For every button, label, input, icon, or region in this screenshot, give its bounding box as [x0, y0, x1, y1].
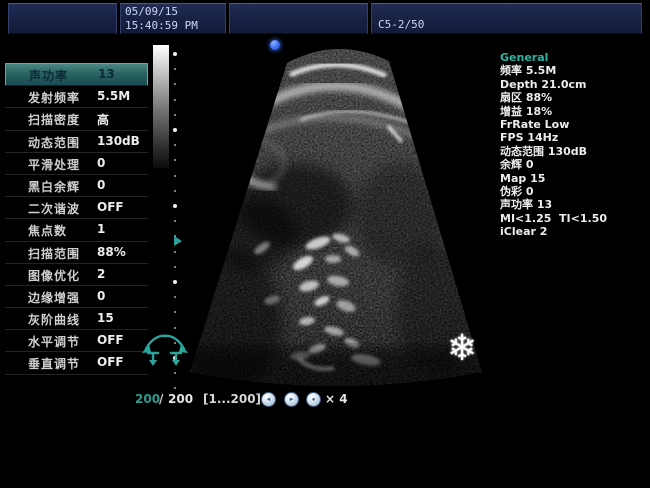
info-line-10: 声功率 13	[500, 198, 648, 211]
info-line-8: Map 15	[500, 172, 648, 185]
info-panel-lines: 频率 5.5MDepth 21.0cm扇区 88%增益 18%FrRate Lo…	[500, 64, 648, 238]
cine-bar: 200 / 200 [1...200] ◄ ► ● × 4	[0, 390, 650, 410]
cine-stop-button[interactable]: ●	[306, 392, 321, 407]
probe-orientation-dot-icon	[270, 40, 280, 50]
ultrasound-screen: 05/09/15 15:40:59 PM C5-2/50 声功率13发射频率5.…	[0, 0, 650, 488]
ruler-tick	[174, 175, 176, 177]
ruler-tick	[173, 128, 177, 132]
info-panel-title: General	[500, 51, 648, 64]
ruler-tick	[174, 342, 176, 344]
focus-marker-icon	[174, 236, 182, 246]
ruler-tick	[174, 114, 176, 116]
info-line-5: FPS 14Hz	[500, 131, 648, 144]
cine-play-button[interactable]: ►	[284, 392, 299, 407]
cine-speed-label: × 4	[325, 392, 348, 406]
info-panel: General 频率 5.5MDepth 21.0cm扇区 88%增益 18%F…	[500, 51, 648, 239]
cine-frame-separator: /	[159, 392, 163, 406]
ruler-tick	[174, 190, 176, 192]
info-line-7: 余辉 0	[500, 158, 648, 171]
cine-total-frames: 200	[168, 392, 193, 406]
info-line-9: 伪彩 0	[500, 185, 648, 198]
cine-current-frame: 200	[135, 392, 160, 406]
ruler-tick	[173, 204, 177, 208]
freeze-snowflake-icon: ❄	[447, 328, 477, 369]
cine-frame-range: [1...200]	[203, 392, 261, 406]
info-line-12: iClear 2	[500, 225, 648, 238]
ruler-tick	[174, 251, 176, 253]
ruler-tick	[174, 327, 176, 329]
cine-prev-button[interactable]: ◄	[261, 392, 276, 407]
ruler-tick	[173, 356, 177, 360]
ruler-tick	[174, 266, 176, 268]
info-line-1: Depth 21.0cm	[500, 78, 648, 91]
ruler-tick	[174, 99, 176, 101]
info-line-3: 增益 18%	[500, 105, 648, 118]
info-line-11: MI<1.25 TI<1.50	[500, 212, 648, 225]
info-line-4: FrRate Low	[500, 118, 648, 131]
info-line-0: 频率 5.5M	[500, 64, 648, 77]
info-line-2: 扇区 88%	[500, 91, 648, 104]
ruler-tick	[173, 280, 177, 284]
ruler-tick	[173, 52, 177, 56]
info-line-6: 动态范围 130dB	[500, 145, 648, 158]
